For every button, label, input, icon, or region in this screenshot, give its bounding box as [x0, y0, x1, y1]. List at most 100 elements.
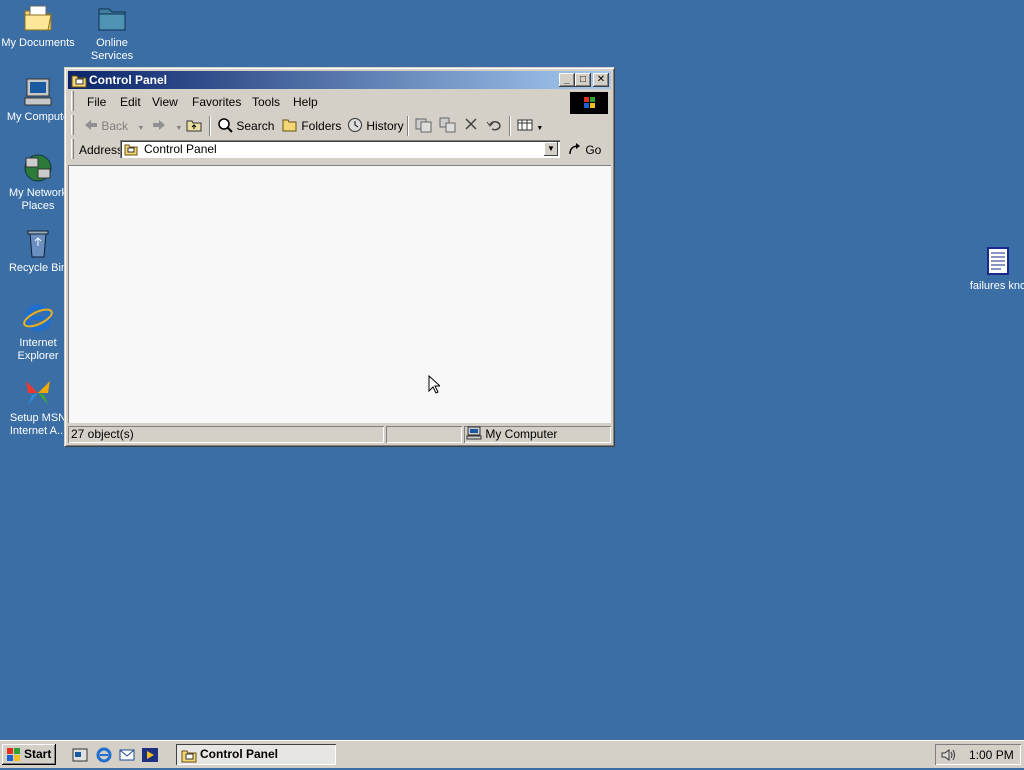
folders-icon [282, 119, 297, 132]
address-bar: Address Control Panel ▼ Go [68, 138, 611, 162]
object-count-text: 27 object(s) [71, 427, 134, 441]
control-panel-window[interactable]: Control Panel _ □ ✕ File Edit View Favor… [64, 67, 615, 447]
toolbar-separator [407, 116, 409, 136]
undo-icon [486, 121, 501, 131]
close-icon: ✕ [596, 74, 606, 85]
forward-arrow-icon [153, 120, 165, 130]
go-button[interactable]: Go [568, 142, 601, 157]
minimize-button[interactable]: _ [559, 73, 575, 87]
toolbar-separator [209, 116, 211, 136]
folder-icon [96, 2, 128, 34]
internet-explorer-icon [22, 302, 54, 334]
internet-explorer-icon[interactable] [95, 746, 113, 764]
views-icon [517, 119, 533, 131]
windows-logo-icon [570, 92, 608, 114]
media-player-icon[interactable] [141, 746, 159, 764]
history-button[interactable]: History [347, 117, 404, 135]
move-to-button[interactable] [415, 117, 433, 135]
start-button[interactable]: Start [2, 744, 56, 765]
windows-flag-icon [6, 747, 22, 762]
computer-icon [22, 76, 54, 108]
history-icon [348, 118, 362, 132]
folders-label: Folders [301, 119, 342, 133]
start-label: Start [24, 747, 52, 761]
control-panel-icon [124, 142, 138, 156]
search-icon [218, 118, 233, 133]
standard-toolbar: Back ▼ ▼ Search Folders History ▼ [68, 114, 611, 138]
close-button[interactable]: ✕ [593, 73, 609, 87]
folders-button[interactable]: Folders [282, 117, 341, 135]
back-label: Back [101, 119, 129, 133]
search-button[interactable]: Search [217, 117, 274, 135]
back-arrow-icon [85, 120, 97, 130]
copy-to-icon [439, 117, 456, 133]
content-pane[interactable] [68, 165, 611, 423]
go-label: Go [585, 143, 602, 157]
recycle-bin-icon [22, 227, 54, 259]
network-icon [22, 152, 54, 184]
delete-icon [465, 118, 477, 130]
status-empty-pane [386, 426, 462, 443]
menu-favorites[interactable]: Favorites [192, 95, 241, 109]
desktop-icon-label: failures kno [969, 280, 1024, 292]
menu-edit[interactable]: Edit [120, 95, 141, 109]
address-value: Control Panel [144, 142, 217, 156]
up-folder-button[interactable] [186, 117, 202, 135]
chevron-down-icon: ▼ [175, 125, 183, 132]
clock[interactable]: 1:00 PM [969, 748, 1014, 762]
address-input[interactable]: Control Panel ▼ [120, 140, 560, 158]
text-document-icon [982, 245, 1014, 277]
system-tray: 1:00 PM [935, 744, 1021, 765]
undo-button[interactable] [486, 117, 502, 135]
address-grip[interactable] [71, 139, 74, 159]
forward-button[interactable]: ▼ [152, 117, 182, 135]
minimize-icon: _ [564, 74, 570, 85]
status-zone: My Computer [464, 426, 611, 443]
zone-text: My Computer [485, 427, 558, 441]
go-arrow-icon [569, 143, 580, 155]
up-folder-icon [186, 120, 202, 132]
desktop-icon-label: My Documents [1, 37, 75, 49]
show-desktop-icon[interactable] [71, 746, 89, 764]
desktop-icon-online-services[interactable]: Online Services [74, 2, 150, 63]
menu-bar: File Edit View Favorites Tools Help [68, 91, 611, 114]
delete-button[interactable] [464, 117, 478, 135]
desktop-icon-label: Online Services [90, 37, 134, 62]
copy-to-button[interactable] [439, 117, 457, 135]
computer-icon [466, 426, 482, 440]
taskbar-control-panel-button[interactable]: Control Panel [176, 744, 336, 765]
title-bar[interactable]: Control Panel _ □ ✕ [68, 71, 611, 89]
maximize-button[interactable]: □ [575, 73, 591, 87]
volume-icon[interactable] [940, 747, 956, 763]
address-label: Address [79, 143, 124, 157]
chevron-down-icon: ▼ [547, 144, 555, 153]
history-label: History [366, 119, 404, 133]
folder-documents-icon [22, 2, 54, 34]
menu-help[interactable]: Help [293, 95, 318, 109]
menu-view[interactable]: View [152, 95, 178, 109]
menubar-grip[interactable] [71, 91, 74, 111]
views-button[interactable]: ▼ [517, 117, 543, 135]
chevron-down-icon: ▼ [137, 125, 145, 132]
chevron-down-icon: ▼ [536, 125, 544, 132]
toolbar-grip[interactable] [71, 115, 74, 135]
desktop-icon-my-documents[interactable]: My Documents [0, 2, 76, 50]
toolbar-separator [509, 116, 511, 136]
desktop-icon-failures-file[interactable]: failures kno [963, 245, 1024, 293]
back-button[interactable]: Back ▼ [84, 117, 144, 135]
search-label: Search [236, 119, 275, 133]
outlook-express-icon[interactable] [118, 746, 136, 764]
control-panel-icon [181, 747, 197, 763]
move-to-icon [415, 118, 432, 133]
menu-file[interactable]: File [87, 95, 106, 109]
msn-butterfly-icon [22, 377, 54, 409]
address-dropdown-button[interactable]: ▼ [544, 142, 558, 156]
taskbar-button-label: Control Panel [200, 747, 279, 761]
status-bar: 27 object(s) My Computer [68, 426, 611, 444]
taskbar: Start Control Panel 1:00 PM [0, 740, 1024, 768]
window-title: Control Panel [89, 73, 168, 87]
maximize-icon: □ [579, 74, 587, 85]
control-panel-icon [71, 72, 87, 88]
menu-tools[interactable]: Tools [252, 95, 280, 109]
mouse-cursor-icon [428, 374, 442, 394]
